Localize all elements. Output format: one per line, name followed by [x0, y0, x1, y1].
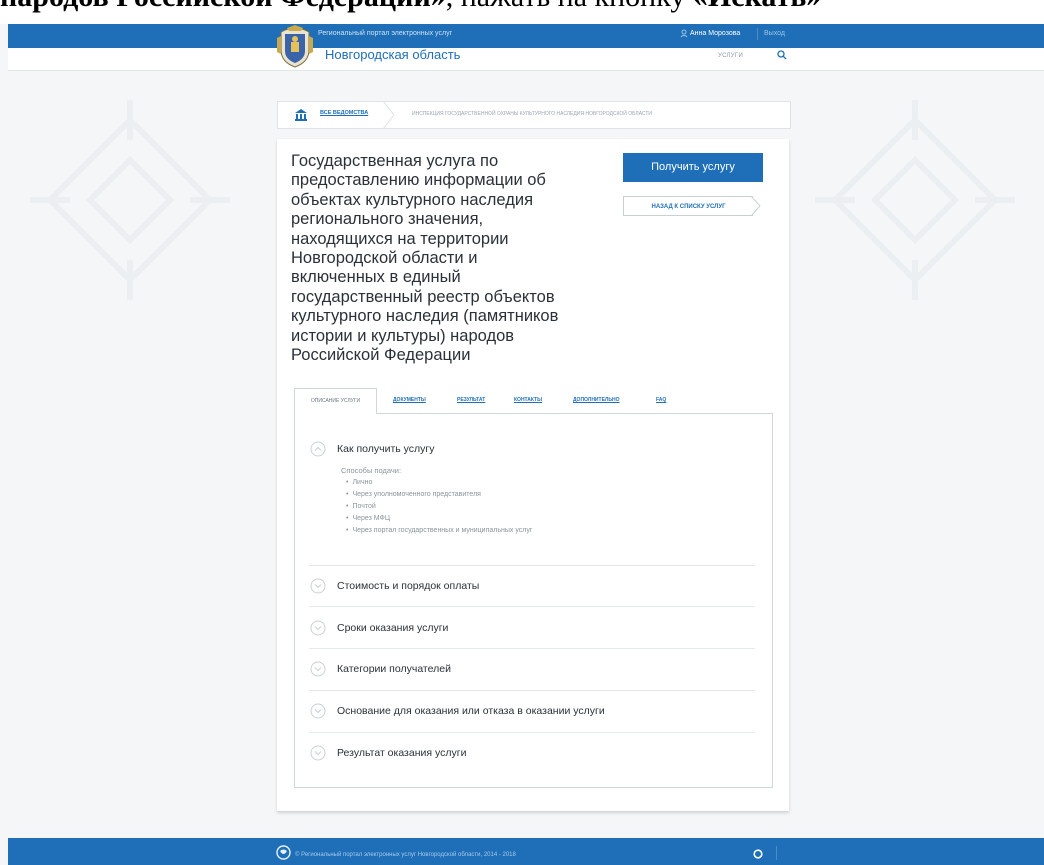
back-to-list-button[interactable]: НАЗАД К СПИСКУ УСЛУГ [623, 196, 753, 216]
accordion-basis[interactable]: Основание для оказания или отказа в оказ… [337, 705, 605, 717]
divider [309, 732, 755, 733]
list-item: Через портал государственных и муниципал… [346, 527, 532, 534]
tab-contacts[interactable]: КОНТАКТЫ [514, 397, 542, 403]
user-name-link[interactable]: Анна Морозова [690, 30, 740, 37]
divider [309, 565, 755, 566]
list-item: Через МФЦ [346, 515, 390, 522]
accordion-terms[interactable]: Сроки оказания услуги [337, 622, 448, 634]
ornament-pattern-left [30, 100, 230, 300]
chevron-down-icon[interactable] [310, 703, 326, 719]
back-button-arrow-icon [751, 196, 761, 216]
list-item: Через уполномоченного представителя [346, 491, 481, 498]
institution-icon [295, 109, 307, 121]
tab-faq[interactable]: FAQ [656, 397, 666, 403]
nav-services-link[interactable]: УСЛУГИ [718, 53, 743, 59]
ornament-pattern-right [815, 100, 1015, 300]
topbar-divider [757, 28, 758, 40]
footer-copyright: © Региональный портал электронных услуг … [295, 852, 516, 858]
document-caption: народов Российской Федерации», нажать на… [0, 0, 1044, 24]
divider [309, 648, 755, 649]
breadcrumb-department: ИНСПЕКЦИЯ ГОСУДАРСТВЕННОЙ ОХРАНЫ КУЛЬТУР… [412, 111, 653, 117]
coat-of-arms-icon[interactable] [275, 24, 315, 68]
breadcrumb-separator-icon [382, 101, 395, 129]
chevron-up-icon[interactable] [310, 441, 326, 457]
divider [309, 606, 755, 607]
tab-documents[interactable]: ДОКУМЕНТЫ [393, 397, 426, 403]
header-bar [8, 48, 1044, 71]
tab-result[interactable]: РЕЗУЛЬТАТ [457, 397, 485, 403]
accordion-recipients[interactable]: Категории получателей [337, 663, 451, 675]
chevron-down-icon[interactable] [310, 620, 326, 636]
tab-description[interactable]: ОПИСАНИЕ УСЛУГИ [294, 388, 377, 414]
accordion-how-to-get[interactable]: Как получить услугу [337, 443, 435, 455]
chevron-down-icon[interactable] [310, 745, 326, 761]
region-title[interactable]: Новгородская область [325, 47, 460, 62]
search-icon[interactable] [777, 50, 787, 60]
footer-divider [776, 846, 777, 860]
accordion-cost[interactable]: Стоимость и порядок оплаты [337, 580, 479, 592]
caption-bold-2: «Искать» [693, 0, 821, 13]
caption-text: , нажать на кнопку [446, 0, 693, 13]
tab-description-label: ОПИСАНИЕ УСЛУГИ [310, 398, 361, 404]
chevron-down-icon[interactable] [310, 578, 326, 594]
user-icon [680, 29, 688, 38]
top-bar [8, 24, 1044, 48]
accordion-result[interactable]: Результат оказания услуги [337, 747, 466, 759]
breadcrumb-all-departments[interactable]: ВСЕ ВЕДОМСТВА [320, 110, 368, 116]
chevron-down-icon[interactable] [310, 661, 326, 677]
footer-logo-icon [276, 845, 291, 860]
get-service-button[interactable]: Получить услугу [623, 153, 763, 182]
list-item: Лично [346, 479, 372, 486]
tab-additional[interactable]: ДОПОЛНИТЕЛЬНО [573, 397, 620, 403]
methods-heading: Способы подачи: [341, 466, 402, 475]
footer [8, 838, 1044, 865]
logout-link[interactable]: Выход [764, 30, 785, 37]
service-title: Государственная услуга по предоставлению… [291, 152, 559, 365]
divider [309, 690, 755, 691]
portal-label[interactable]: Региональный портал электронных услуг [318, 30, 452, 37]
accessibility-icon[interactable] [753, 849, 763, 859]
list-item: Почтой [346, 503, 375, 510]
caption-bold-1: народов Российской Федерации» [0, 0, 446, 13]
